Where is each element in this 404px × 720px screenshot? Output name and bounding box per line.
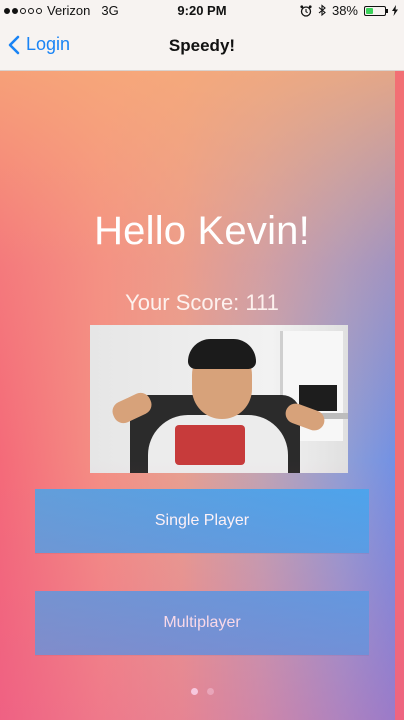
- multiplayer-button[interactable]: Multiplayer: [35, 591, 369, 655]
- nav-title: Speedy!: [168, 36, 236, 55]
- main-content: Hello Kevin! Your Score: 111 Single Play…: [0, 71, 404, 720]
- page-indicator: [0, 688, 404, 695]
- charging-icon: [392, 5, 398, 16]
- single-player-button[interactable]: Single Player: [35, 489, 369, 553]
- status-right: 38%: [300, 3, 398, 18]
- status-bar: Verizon 3G 9:20 PM 38%: [0, 0, 404, 22]
- battery-percent: 38%: [331, 3, 358, 18]
- navigation-bar: Login Speedy!: [0, 22, 404, 71]
- bluetooth-icon: [318, 4, 326, 17]
- alarm-icon: [300, 4, 312, 17]
- score-label: Your Score: 111: [125, 290, 279, 315]
- page-dot-2[interactable]: [206, 688, 214, 695]
- page-dot-1[interactable]: [190, 688, 198, 695]
- profile-photo: [90, 325, 348, 473]
- greeting-heading: Hello Kevin!: [94, 209, 310, 253]
- battery-icon: [364, 5, 388, 16]
- next-page-edge: [395, 71, 404, 720]
